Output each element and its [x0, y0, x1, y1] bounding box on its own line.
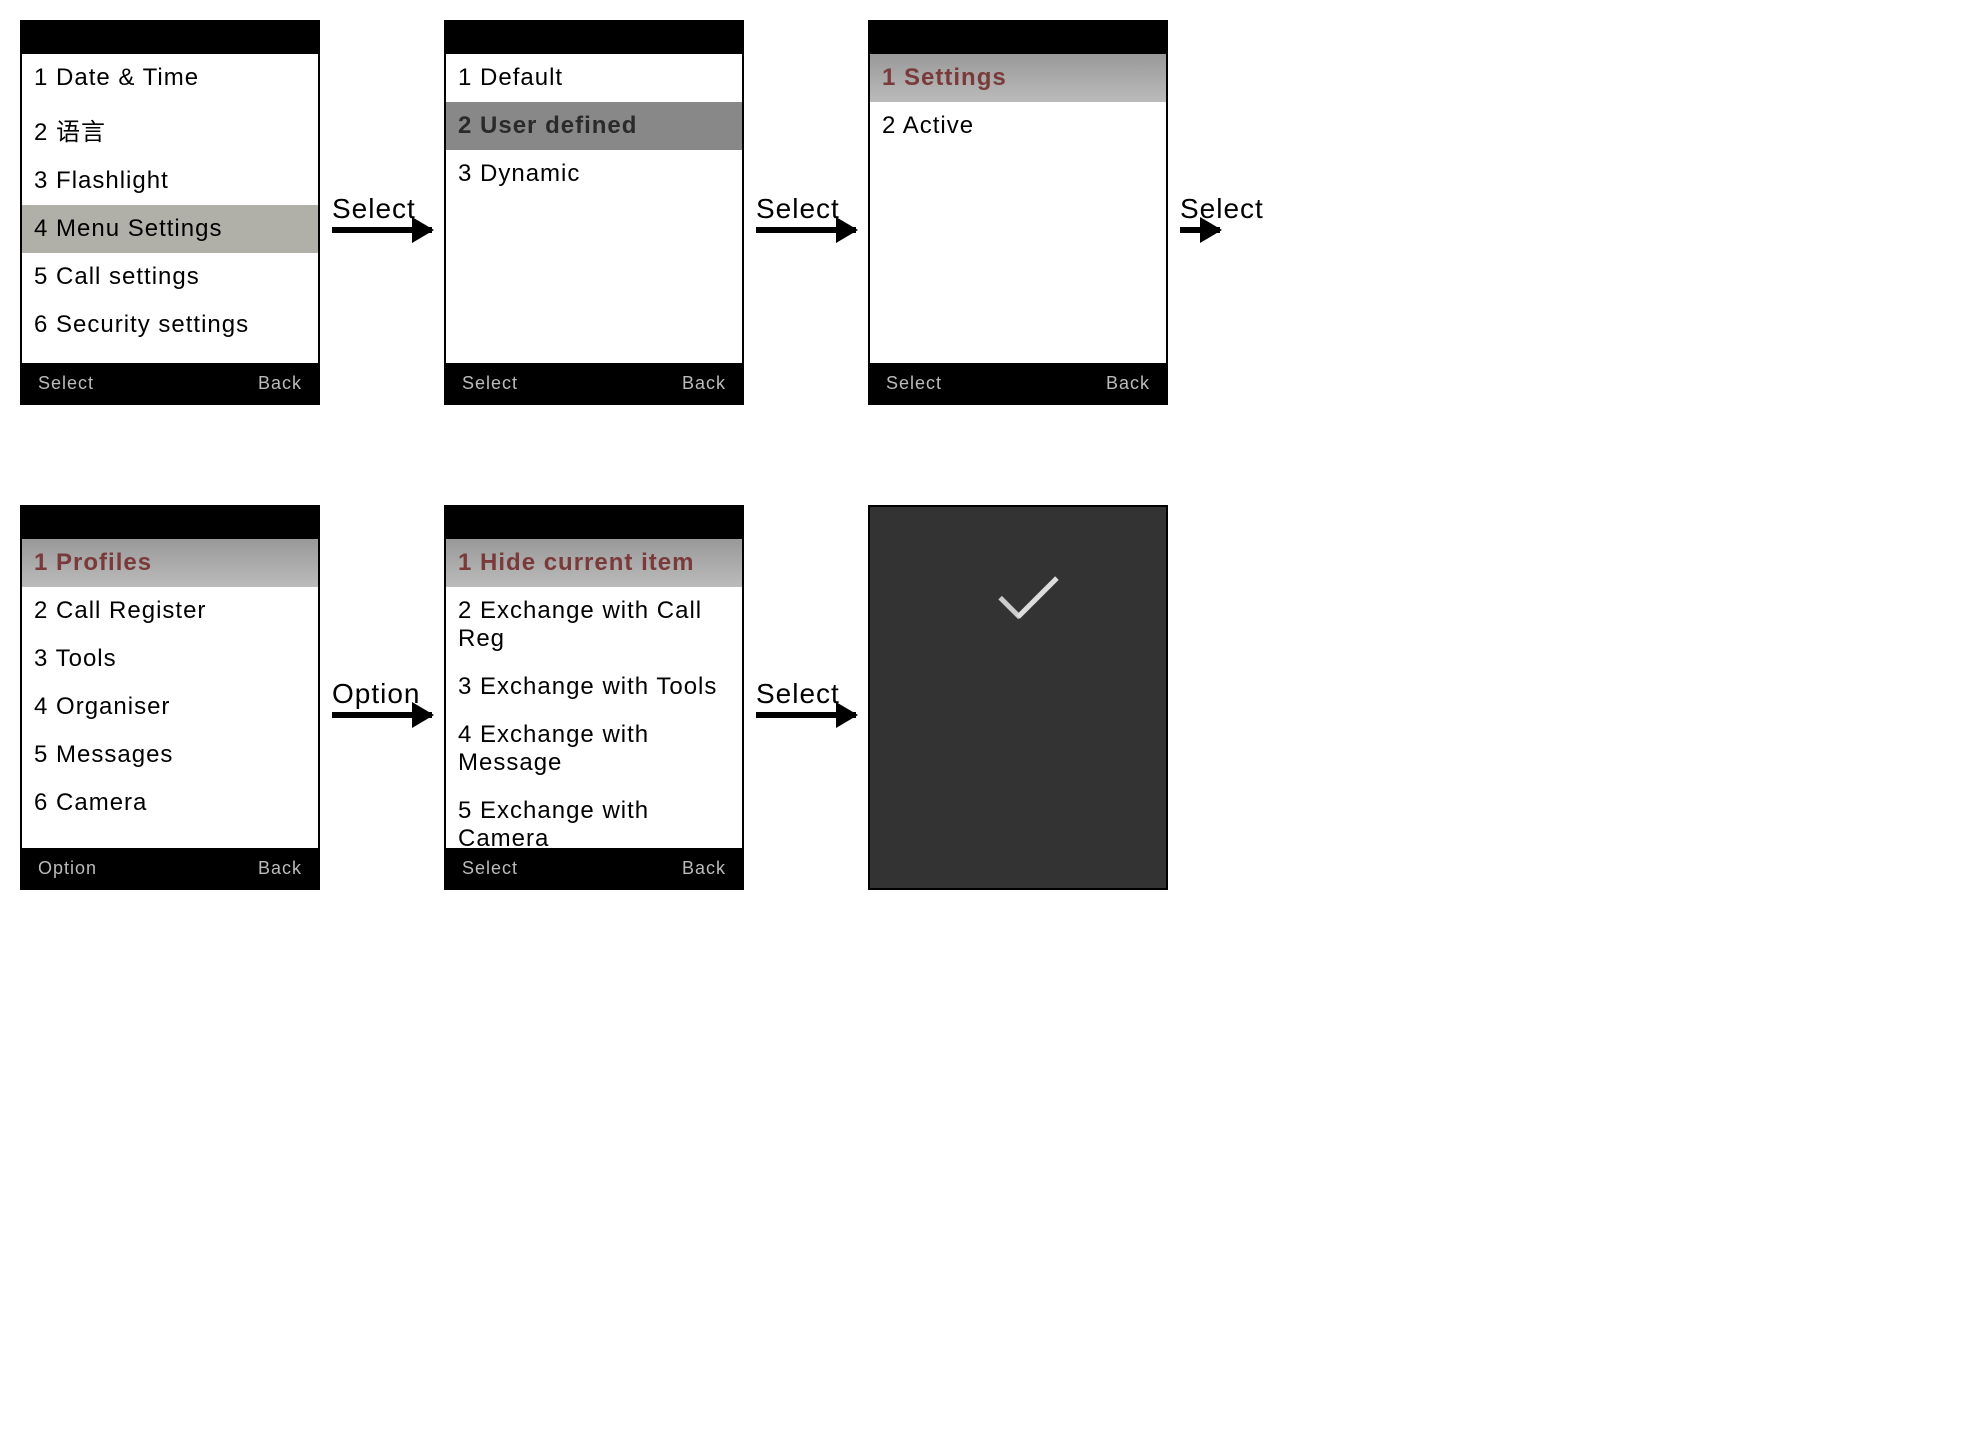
arrow-icon	[756, 712, 856, 718]
arrow-option: Option	[332, 678, 432, 718]
menu-item-hide-current[interactable]: 1 Hide current item	[446, 539, 742, 587]
arrow-icon	[332, 227, 432, 233]
menu-item-security-settings[interactable]: 6 Security settings	[22, 301, 318, 349]
menu-item-exchange-callreg[interactable]: 2 Exchange with Call Reg	[446, 587, 742, 663]
softkey-bar: Select Back	[22, 363, 318, 403]
menu-item-exchange-message[interactable]: 4 Exchange with Message	[446, 711, 742, 787]
menu-item-active[interactable]: 2 Active	[870, 102, 1166, 150]
flow-row-1: 1 Date & Time 2 语言 3 Flashlight 4 Menu S…	[20, 20, 1965, 405]
softkey-right[interactable]: Back	[682, 373, 726, 394]
menu-item-organiser[interactable]: 4 Organiser	[22, 683, 318, 731]
status-bar	[446, 507, 742, 539]
menu-list: 1 Settings 2 Active	[870, 54, 1166, 363]
arrow-icon	[1180, 227, 1220, 233]
softkey-bar: Select Back	[446, 363, 742, 403]
menu-list: 1 Hide current item 2 Exchange with Call…	[446, 539, 742, 848]
menu-item-profiles[interactable]: 1 Profiles	[22, 539, 318, 587]
softkey-left[interactable]: Option	[38, 858, 97, 879]
softkey-left[interactable]: Select	[38, 373, 94, 394]
arrow-select-1: Select	[332, 193, 432, 233]
option-screen: 1 Hide current item 2 Exchange with Call…	[444, 505, 744, 890]
menu-order-screen: 1 Profiles 2 Call Register 3 Tools 4 Org…	[20, 505, 320, 890]
arrow-label: Select	[756, 193, 840, 225]
status-bar	[22, 507, 318, 539]
arrow-select-4: Select	[756, 678, 856, 718]
softkey-right[interactable]: Back	[258, 373, 302, 394]
status-bar	[22, 22, 318, 54]
softkey-right[interactable]: Back	[1106, 373, 1150, 394]
user-defined-screen: 1 Settings 2 Active Select Back	[868, 20, 1168, 405]
softkey-left[interactable]: Select	[462, 373, 518, 394]
menu-item-user-defined[interactable]: 2 User defined	[446, 102, 742, 150]
menu-item-exchange-tools[interactable]: 3 Exchange with Tools	[446, 663, 742, 711]
menu-item-flashlight[interactable]: 3 Flashlight	[22, 157, 318, 205]
status-bar	[870, 22, 1166, 54]
menu-list: 1 Date & Time 2 语言 3 Flashlight 4 Menu S…	[22, 54, 318, 363]
arrow-select-2: Select	[756, 193, 856, 233]
arrow-label: Select	[756, 678, 840, 710]
menu-item-dynamic[interactable]: 3 Dynamic	[446, 150, 742, 198]
menu-item-call-settings[interactable]: 5 Call settings	[22, 253, 318, 301]
softkey-right[interactable]: Back	[682, 858, 726, 879]
softkey-left[interactable]: Select	[886, 373, 942, 394]
softkey-left[interactable]: Select	[462, 858, 518, 879]
menu-item-settings[interactable]: 1 Settings	[870, 54, 1166, 102]
softkey-bar: Option Back	[22, 848, 318, 888]
menu-item-menu-settings[interactable]: 4 Menu Settings	[22, 205, 318, 253]
softkey-bar: Select Back	[870, 363, 1166, 403]
arrow-label: Option	[332, 678, 421, 710]
arrow-icon	[756, 227, 856, 233]
arrow-label: Select	[332, 193, 416, 225]
menu-list: 1 Profiles 2 Call Register 3 Tools 4 Org…	[22, 539, 318, 848]
confirmation-screen	[868, 505, 1168, 890]
menu-item-messages[interactable]: 5 Messages	[22, 731, 318, 779]
softkey-bar: Select Back	[446, 848, 742, 888]
menu-item-language[interactable]: 2 语言	[22, 102, 318, 157]
flow-row-2: 1 Profiles 2 Call Register 3 Tools 4 Org…	[20, 505, 1965, 890]
menu-list: 1 Default 2 User defined 3 Dynamic	[446, 54, 742, 363]
status-bar	[446, 22, 742, 54]
softkey-right[interactable]: Back	[258, 858, 302, 879]
settings-screen: 1 Date & Time 2 语言 3 Flashlight 4 Menu S…	[20, 20, 320, 405]
menu-settings-screen: 1 Default 2 User defined 3 Dynamic Selec…	[444, 20, 744, 405]
menu-item-exchange-camera[interactable]: 5 Exchange with Camera	[446, 787, 742, 848]
arrow-select-3: Select	[1180, 193, 1264, 233]
menu-item-call-register[interactable]: 2 Call Register	[22, 587, 318, 635]
menu-item-date-time[interactable]: 1 Date & Time	[22, 54, 318, 102]
menu-item-default[interactable]: 1 Default	[446, 54, 742, 102]
menu-item-camera[interactable]: 6 Camera	[22, 779, 318, 827]
menu-item-tools[interactable]: 3 Tools	[22, 635, 318, 683]
arrow-icon	[332, 712, 432, 718]
checkmark-icon	[988, 567, 1068, 647]
